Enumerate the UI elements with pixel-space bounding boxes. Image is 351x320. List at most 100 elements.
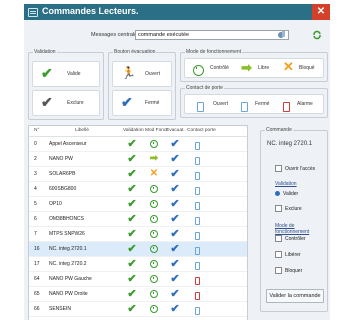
table-row[interactable]: 0 Appel Ascenseur ✔ ✔	[29, 137, 247, 152]
door-open-icon[interactable]	[197, 99, 204, 117]
table-row[interactable]: 3 SOLAR6PB ✔ ✕ ✔	[29, 167, 247, 182]
mode-controle-clock-icon	[146, 213, 162, 225]
messages-field[interactable]: commande exécutée	[135, 30, 289, 40]
door-icon	[189, 260, 205, 272]
valider-commande-button[interactable]: Valider la commande	[266, 289, 324, 303]
header-contact-porte: Contact porte	[187, 128, 216, 133]
controler-label: Contrôler	[285, 235, 306, 242]
table-row[interactable]: 17 NC. integ 2720.2 ✔ ✔	[29, 257, 247, 272]
contact-alarme-label[interactable]: Alarme	[297, 101, 313, 107]
row-number: 66	[34, 306, 40, 312]
contact-ferme-label[interactable]: Fermé	[255, 101, 269, 107]
evacuation-check-icon: ✔	[170, 153, 180, 165]
door-alarm-icon[interactable]	[283, 99, 290, 117]
row-number: 65	[34, 291, 40, 297]
row-label: NANO PW	[49, 156, 73, 162]
table-row[interactable]: 2 NANO PW ✔ ➡ ✔	[29, 152, 247, 167]
mode-controle-label[interactable]: Contrôlé	[210, 65, 229, 71]
evacuation-check-icon: ✔	[170, 273, 180, 285]
mode-controle-clock-icon	[146, 138, 162, 150]
row-label: NC. integ 2720.2	[49, 261, 87, 267]
mode-controle-clock-icon	[146, 183, 162, 195]
check-grey-icon: ✔	[41, 94, 53, 110]
exclure-button[interactable]: ✔ Exclure	[32, 90, 100, 116]
arrow-right-icon[interactable]: ➡	[241, 60, 252, 76]
door-icon	[189, 245, 205, 257]
validation-check-icon: ✔	[127, 273, 137, 285]
mode-controle-clock-icon	[146, 228, 162, 240]
exclure-label: Exclure	[67, 100, 84, 106]
row-label: NC. integ 2720.1	[49, 246, 87, 252]
row-number: 3	[34, 171, 37, 177]
header-no: N°	[34, 128, 40, 133]
door-icon	[189, 170, 205, 182]
mode-buttons-bar: Contrôlé ➡ Libre ✕ Bloqué	[184, 58, 324, 78]
mode-libre-icon: ➡	[149, 153, 159, 164]
mode-controle-clock-icon	[146, 288, 162, 300]
check-icon: ✔	[41, 65, 53, 81]
table-row[interactable]: 64 NANO PW Gauche ✔ ✔	[29, 272, 247, 287]
bloquer-checkbox[interactable]: Bloquer	[275, 267, 302, 274]
mode-subtitle: Mode de fonctionnement	[275, 223, 310, 235]
mode-bloque-icon: ✕	[149, 168, 159, 179]
row-number: 5	[34, 201, 37, 207]
table-row[interactable]: 16 NC. integ 2720.1 ✔ ✔	[29, 242, 247, 257]
validation-check-icon: ✔	[127, 288, 137, 300]
refresh-icon[interactable]	[312, 30, 322, 40]
table-row[interactable]: 7 MTPS SNPW26 ✔ ✔	[29, 227, 247, 242]
evacuation-check-icon: ✔	[170, 258, 180, 270]
clock-icon[interactable]	[193, 62, 204, 80]
validation-check-icon: ✔	[127, 153, 137, 165]
mode-controle-clock-icon	[146, 198, 162, 210]
commandes-lecteurs-window: Commandes Lecteurs. ✕ Messages centrales…	[24, 4, 330, 320]
table-row[interactable]: 66 SENSEIN ✔ ✔	[29, 302, 247, 317]
row-label: OP10	[49, 201, 62, 207]
cmd-exclure-label: Exclure	[285, 205, 302, 212]
evacuation-check-icon: ✔	[170, 138, 180, 150]
contact-group-title: Contact de porte	[185, 85, 224, 91]
row-number: 16	[34, 246, 40, 252]
close-button[interactable]: ✕	[312, 4, 330, 20]
mode-controle-clock-icon	[146, 303, 162, 315]
liberer-label: Libérer	[285, 251, 301, 258]
tools-icon[interactable]	[277, 30, 287, 40]
validation-check-icon: ✔	[127, 258, 137, 270]
door-alarm-icon	[189, 290, 205, 302]
valider-radio[interactable]: Valider	[275, 191, 298, 197]
evacuation-check-icon: ✔	[170, 303, 180, 315]
valide-button[interactable]: ✔ Valide	[32, 61, 100, 87]
running-man-icon: 🏃	[121, 66, 136, 80]
row-label: 600SBG800	[49, 186, 77, 192]
validation-check-icon: ✔	[127, 228, 137, 240]
mode-bloque-label[interactable]: Bloqué	[299, 65, 315, 71]
table-row[interactable]: 4 600SBG800 ✔ ✔	[29, 182, 247, 197]
row-number: 2	[34, 156, 37, 162]
door-icon	[189, 155, 205, 167]
contact-ouvert-label[interactable]: Ouvert	[213, 101, 228, 107]
table-row[interactable]: 6 OM38BHONCS ✔ ✔	[29, 212, 247, 227]
mode-group-title: Mode de fonctionnement	[185, 49, 243, 55]
valide-label: Valide	[67, 71, 81, 77]
evac-ouvert-button[interactable]: 🏃 Ouvert	[112, 61, 172, 87]
table-row[interactable]: 5 OP10 ✔ ✔	[29, 197, 247, 212]
valider-label: Valider	[283, 191, 299, 197]
bouton-evacuation-group: Bouton évacuation 🏃 Ouvert ✔ Fermé	[108, 49, 176, 120]
table-row[interactable]: 65 NANO PW Droite ✔ ✔	[29, 287, 247, 302]
grid-header: N° Libellé Validation Mod Fonct Evacuat.…	[29, 126, 247, 137]
row-number: 7	[34, 231, 37, 237]
door-closed-icon[interactable]	[241, 99, 248, 117]
row-number: 0	[34, 141, 37, 147]
evac-ferme-button[interactable]: ✔ Fermé	[112, 90, 172, 116]
liberer-checkbox[interactable]: Libérer	[275, 251, 301, 258]
row-label: SOLAR6PB	[49, 171, 76, 177]
row-number: 4	[34, 186, 37, 192]
evacuation-check-icon: ✔	[170, 228, 180, 240]
contact-porte-group: Contact de porte Ouvert Fermé Alarme	[180, 85, 328, 118]
door-alarm-icon	[189, 275, 205, 287]
cross-icon[interactable]: ✕	[283, 59, 294, 75]
ouvrir-acces-checkbox[interactable]: Ouvrir l'accès	[275, 165, 315, 172]
mode-libre-label[interactable]: Libre	[258, 65, 269, 71]
evac-ferme-label: Fermé	[145, 100, 160, 106]
controler-checkbox[interactable]: Contrôler	[275, 235, 306, 242]
exclure-checkbox[interactable]: Exclure	[275, 205, 302, 212]
